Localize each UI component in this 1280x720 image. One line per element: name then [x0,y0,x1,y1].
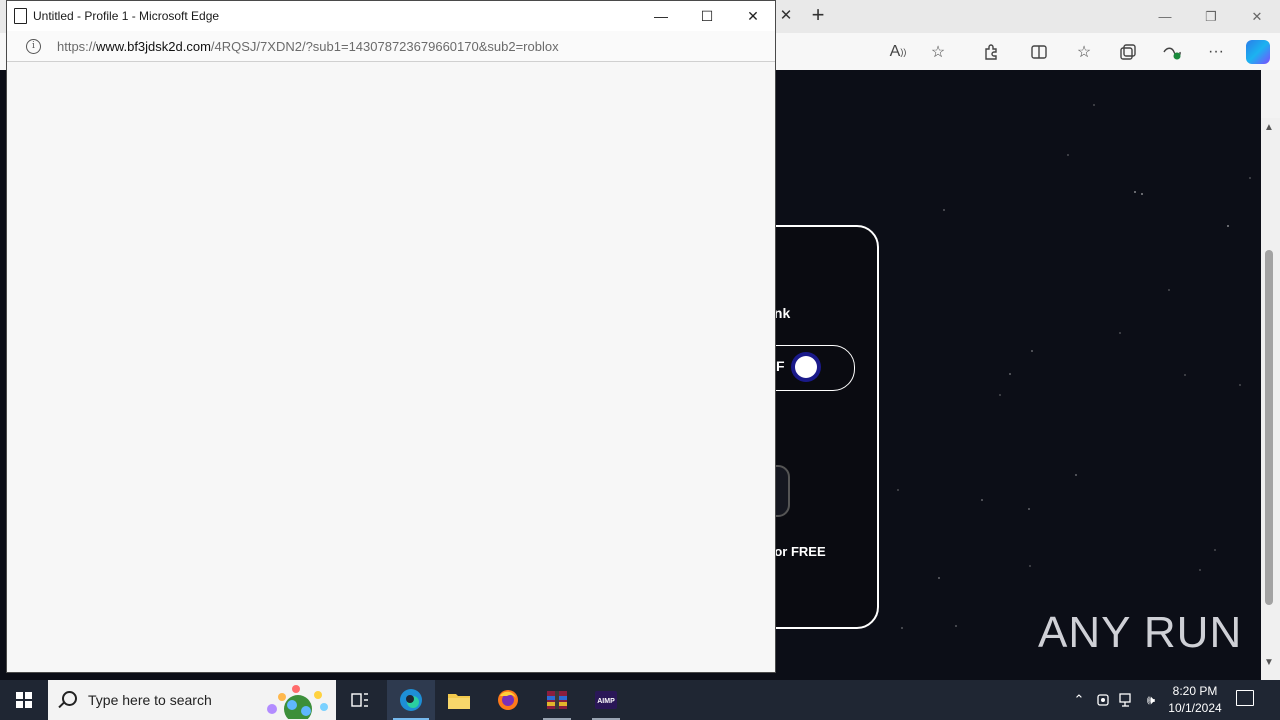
url-text[interactable]: https://www.bf3jdsk2d.com/4RQSJ/7XDN2/?s… [57,39,559,54]
winrar-icon[interactable] [533,680,581,720]
toggle-knob[interactable] [795,356,817,378]
card-footer-text: for FREE [770,544,826,559]
firefox-icon[interactable] [484,680,532,720]
volume-icon[interactable]: 🕪 [1140,680,1162,720]
popup-title-bar[interactable]: Untitled - Profile 1 - Microsoft Edge — … [7,1,775,31]
clock-time: 8:20 PM [1172,684,1218,698]
edge-taskbar-icon[interactable] [387,680,435,720]
search-icon [62,691,77,706]
toggle-label: F [776,358,785,374]
scroll-up-arrow-icon[interactable]: ▲ [1264,122,1274,133]
favorite-star-icon[interactable]: ☆ [925,40,951,64]
favorites-icon[interactable]: ☆ [1071,40,1097,64]
taskbar: Type here to search AIMP ⌃ 🕪 8:20 PM 10/… [0,680,1280,720]
file-explorer-icon[interactable] [435,680,483,720]
minimize-icon[interactable]: — [1142,0,1188,33]
page-icon [14,8,27,24]
close-tab-icon[interactable]: ✕ [776,5,796,27]
windows-logo-icon [16,692,32,708]
scroll-down-arrow-icon[interactable]: ▼ [1264,657,1274,668]
popup-title: Untitled - Profile 1 - Microsoft Edge [33,9,220,23]
restore-icon[interactable]: ❐ [1188,0,1234,33]
url-protocol: https:// [57,39,97,54]
split-screen-icon[interactable] [1026,40,1052,64]
read-aloud-icon[interactable]: A)) [885,40,911,64]
network-icon[interactable] [1116,680,1138,720]
search-placeholder: Type here to search [88,692,212,708]
popup-address-bar[interactable]: i https://www.bf3jdsk2d.com/4RQSJ/7XDN2/… [7,31,775,62]
settings-more-icon[interactable]: ··· [1203,40,1229,64]
popup-window: Untitled - Profile 1 - Microsoft Edge — … [6,0,776,673]
extensions-icon[interactable] [978,40,1004,64]
popup-page-body [7,62,775,672]
show-hidden-icons-icon[interactable]: ⌃ [1068,680,1090,720]
new-tab-button[interactable]: + [806,4,830,28]
url-host: www.bf3jdsk2d.com [96,39,211,54]
svg-text:AIMP: AIMP [597,698,615,705]
site-info-icon[interactable]: i [26,39,41,54]
system-clock[interactable]: 8:20 PM 10/1/2024 [1160,683,1230,717]
anyrun-watermark: ANY RUN [1038,608,1242,658]
aimp-icon[interactable]: AIMP [582,680,630,720]
popup-minimize-icon[interactable]: — [638,1,684,31]
task-view-icon[interactable] [336,680,384,720]
clock-date: 10/1/2024 [1168,701,1222,715]
security-tray-icon[interactable] [1092,680,1114,720]
copilot-icon[interactable] [1246,40,1270,64]
url-path: /4RQSJ/7XDN2/?sub1=143078723679660170&su… [210,39,559,54]
notifications-icon[interactable] [1236,690,1254,706]
collections-icon[interactable] [1115,40,1141,64]
start-button[interactable] [0,680,48,720]
browser-essentials-icon[interactable] [1159,40,1185,64]
search-highlight-art-icon [267,685,328,719]
close-window-icon[interactable]: ✕ [1234,0,1280,33]
scrollbar-thumb[interactable] [1265,250,1273,605]
taskbar-search-box[interactable]: Type here to search [48,680,336,720]
watermark-text: ANY RUN [1038,608,1243,657]
popup-maximize-icon[interactable]: ☐ [684,1,730,31]
popup-close-icon[interactable]: ✕ [730,1,776,31]
